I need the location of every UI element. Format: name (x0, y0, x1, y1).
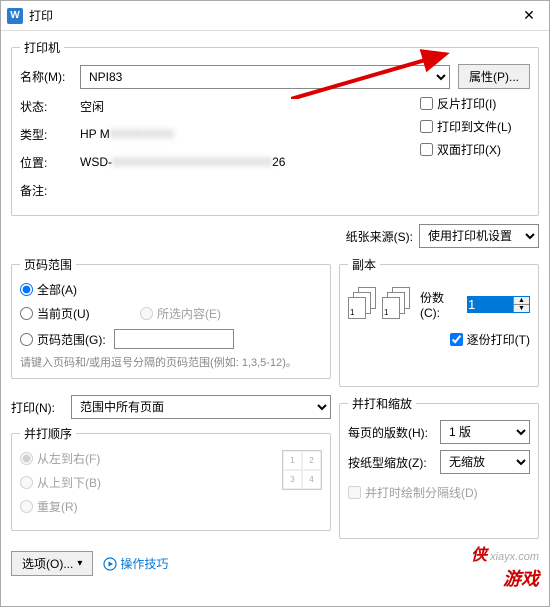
scale-legend: 并打和缩放 (348, 395, 416, 412)
order-ltr-radio: 从左到右(F) (20, 450, 274, 467)
range-all-radio[interactable]: 全部(A) (20, 281, 322, 298)
comment-label: 备注: (20, 182, 80, 199)
location-value: WSD- (80, 155, 112, 169)
print-order-group: 并打顺序 从左到右(F) 从上到下(B) 重复(R) 1234 (11, 425, 331, 531)
perpage-select[interactable]: 1 版 (440, 420, 530, 444)
order-preview-icon: 1234 (282, 450, 322, 490)
watermark: 侠 xiayx.com 游戏 (471, 541, 539, 591)
range-pages-radio[interactable]: 页码范围(G): (20, 329, 322, 349)
properties-button[interactable]: 属性(P)... (458, 64, 530, 89)
copies-spinner[interactable]: ▲▼ (513, 297, 529, 312)
options-button[interactable]: 选项(O)... (11, 551, 93, 576)
bypaper-select[interactable]: 无缩放 (440, 450, 530, 474)
copies-input[interactable] (468, 297, 513, 312)
order-repeat-radio: 重复(R) (20, 498, 274, 515)
play-icon (103, 557, 117, 571)
printer-legend: 打印机 (20, 39, 64, 56)
copies-label: 份数(C): (420, 289, 463, 320)
window-title: 打印 (29, 7, 509, 24)
status-value: 空闲 (80, 98, 104, 115)
type-value: HP M (80, 127, 110, 141)
copies-group: 副本 321 321 份数(C): ▲▼ 逐份打印(T) (339, 256, 539, 387)
tips-link[interactable]: 操作技巧 (103, 555, 168, 572)
range-selection-radio: 所选内容(E) (140, 305, 221, 322)
reverse-print-checkbox[interactable]: 反片打印(I) (420, 95, 530, 112)
range-hint: 请键入页码和/或用逗号分隔的页码范围(例如: 1,3,5-12)。 (20, 356, 322, 370)
type-label: 类型: (20, 126, 80, 143)
page-range-group: 页码范围 全部(A) 当前页(U) 所选内容(E) 页码范围(G): 请键入页码… (11, 256, 331, 379)
collate-checkbox[interactable]: 逐份打印(T) (348, 331, 530, 348)
order-ttb-radio: 从上到下(B) (20, 474, 274, 491)
printer-group: 打印机 名称(M): NPI83 属性(P)... 状态:空闲 类型:HP MX… (11, 39, 539, 216)
status-label: 状态: (20, 98, 80, 115)
bypaper-label: 按纸型缩放(Z): (348, 454, 440, 471)
perpage-label: 每页的版数(H): (348, 424, 440, 441)
printer-name-select[interactable]: NPI83 (80, 65, 450, 89)
app-icon: W (7, 8, 23, 24)
titlebar: W 打印 ✕ (1, 1, 549, 31)
print-to-file-checkbox[interactable]: 打印到文件(L) (420, 118, 530, 135)
collate-preview-icon: 321 321 (348, 287, 410, 321)
order-legend: 并打顺序 (20, 425, 76, 442)
location-label: 位置: (20, 154, 80, 171)
draw-separator-checkbox: 并打时绘制分隔线(D) (348, 484, 530, 501)
range-legend: 页码范围 (20, 256, 76, 273)
printwhat-label: 打印(N): (11, 399, 71, 416)
scale-group: 并打和缩放 每页的版数(H):1 版 按纸型缩放(Z):无缩放 并打时绘制分隔线… (339, 395, 539, 539)
page-range-input[interactable] (114, 329, 234, 349)
paper-source-select[interactable]: 使用打印机设置 (419, 224, 539, 248)
name-label: 名称(M): (20, 68, 80, 85)
printwhat-select[interactable]: 范围中所有页面 (71, 395, 331, 419)
duplex-checkbox[interactable]: 双面打印(X) (420, 141, 530, 158)
range-current-radio[interactable]: 当前页(U) (20, 305, 140, 322)
copies-legend: 副本 (348, 256, 380, 273)
close-button[interactable]: ✕ (509, 1, 549, 31)
paper-source-label: 纸张来源(S): (346, 228, 413, 245)
